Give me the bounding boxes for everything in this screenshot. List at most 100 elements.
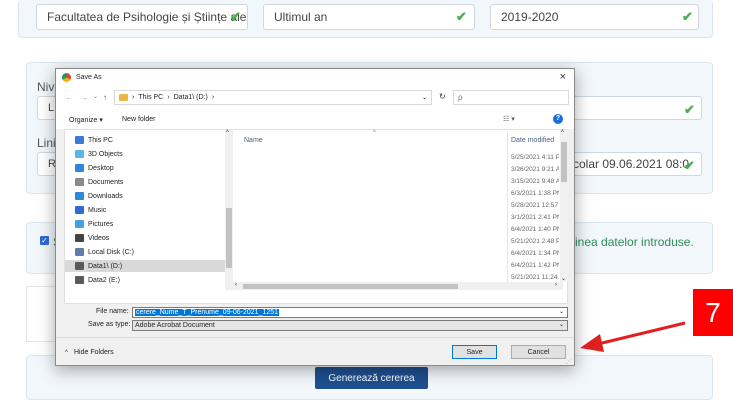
cancel-button[interactable]: Cancel xyxy=(511,345,566,359)
academic-year-field[interactable]: 2019-2020 xyxy=(490,4,699,30)
tree-item[interactable]: 3D Objects xyxy=(75,148,123,160)
view-options-icon[interactable]: ☷ ▾ xyxy=(503,115,515,123)
tree-item-label: This PC xyxy=(88,136,113,144)
files-scroll-thumb[interactable] xyxy=(561,142,567,182)
dialog-bottom: File name: cerere_Nume_T_Prenume_09-06-2… xyxy=(56,307,574,367)
check-icon: ✔ xyxy=(684,102,695,117)
chevron-up-icon[interactable]: ^ xyxy=(65,350,68,356)
hide-folders-button[interactable]: Hide Folders xyxy=(74,349,114,356)
faculty-field[interactable]: Facultatea de Psihologie și Științe ale xyxy=(36,4,248,30)
sort-chevron-icon: ^ xyxy=(373,130,376,136)
date-cell: 3/26/2021 9:21 A xyxy=(511,166,559,173)
year-field[interactable]: Ultimul an xyxy=(263,4,475,30)
tree-item-label: Documents xyxy=(88,178,124,186)
documents-icon xyxy=(75,178,84,186)
disk-icon xyxy=(75,248,84,256)
tree-item[interactable]: Music xyxy=(75,204,106,216)
tree-item[interactable]: Downloads xyxy=(75,190,123,202)
disk-icon xyxy=(75,276,84,284)
help-icon[interactable]: ? xyxy=(553,114,563,124)
new-folder-button[interactable]: New folder xyxy=(122,116,155,123)
tree-item[interactable]: Data2 (E:) xyxy=(75,274,120,286)
close-icon[interactable]: × xyxy=(560,71,566,83)
pictures-icon xyxy=(75,220,84,228)
tree-item[interactable]: Data1\ (D:) xyxy=(65,260,225,272)
tree-item-label: Data2 (E:) xyxy=(88,276,120,284)
confirm-checkbox[interactable]: ✓ xyxy=(40,236,49,245)
organize-menu[interactable]: Organize ▾ xyxy=(69,116,103,124)
breadcrumb-data1[interactable]: Data1\ (D:) xyxy=(174,94,208,101)
step-badge: 7 xyxy=(693,289,733,336)
file-name-dropdown-icon[interactable]: ⌄ xyxy=(559,308,564,315)
tree-item[interactable]: Desktop xyxy=(75,162,114,174)
generate-request-button[interactable]: Generează cererea xyxy=(315,367,428,389)
date-cell: 6/4/2021 1:42 PN xyxy=(511,262,559,269)
address-dropdown-icon[interactable]: ⌄ xyxy=(422,94,427,101)
save-type-dropdown-icon[interactable]: ⌄ xyxy=(559,321,564,328)
date-cell: 3/1/2021 2:41 PN xyxy=(511,214,559,221)
tree-item[interactable]: Pictures xyxy=(75,218,113,230)
file-name-input[interactable]: cerere_Nume_T_Prenume_09-06-2021_1251 ⌄ xyxy=(132,307,568,318)
download-icon xyxy=(75,192,84,200)
save-type-value: Adobe Acrobat Document xyxy=(135,322,215,329)
line-suffix-value: colar 09.06.2021 08:0 xyxy=(573,157,690,171)
dialog-body: This PC 3D Objects Desktop Documents Downloa… xyxy=(64,129,568,304)
academic-year-value: 2019-2020 xyxy=(501,10,559,24)
date-cell: 6/3/2021 1:38 PN xyxy=(511,190,559,197)
forward-arrow-icon[interactable]: → xyxy=(80,93,88,102)
check-icon: ✔ xyxy=(682,9,693,24)
dialog-navbar: ← → ⌄ ↑ › This PC › Data1\ (D:) › ⌄ ↻ ρ xyxy=(56,87,574,109)
tree-item[interactable]: Videos xyxy=(75,232,109,244)
date-cell: 5/28/2021 12:57 I xyxy=(511,202,559,209)
level-field-right[interactable] xyxy=(570,96,702,120)
3d-objects-icon xyxy=(75,150,84,158)
up-arrow-icon[interactable]: ↑ xyxy=(103,93,107,102)
music-icon xyxy=(75,206,84,214)
tree-item-label: Downloads xyxy=(88,192,123,200)
tree-item-label: 3D Objects xyxy=(88,150,123,158)
tree-item-label: Music xyxy=(88,206,107,214)
disk-icon xyxy=(75,262,84,270)
breadcrumb-this-pc[interactable]: This PC xyxy=(138,94,163,101)
resize-grip-icon[interactable]: ⋰ xyxy=(566,358,572,365)
date-cell: 6/4/2021 1:34 PN xyxy=(511,250,559,257)
chevron-down-icon[interactable]: ⌄ xyxy=(93,93,98,100)
confirm-text-end: inea datelor introduse. xyxy=(575,235,694,249)
line-field-right[interactable]: colar 09.06.2021 08:0 xyxy=(570,152,702,176)
save-button[interactable]: Save xyxy=(452,345,497,359)
step-number: 7 xyxy=(705,296,721,328)
tree-scrollbar[interactable]: ^ xyxy=(225,130,233,290)
back-arrow-icon[interactable]: ← xyxy=(65,93,73,102)
dialog-titlebar: Save As × xyxy=(56,69,574,87)
folder-tree: This PC 3D Objects Desktop Documents Downloa… xyxy=(65,130,233,290)
tree-item[interactable]: Documents xyxy=(75,176,123,188)
hscroll-thumb[interactable] xyxy=(243,284,458,289)
tree-item[interactable]: Local Disk (C:) xyxy=(75,246,134,258)
check-icon: ✔ xyxy=(684,158,695,173)
tree-item-label: Videos xyxy=(88,234,110,242)
tree-item-label: Data1\ (D:) xyxy=(88,262,123,270)
videos-icon xyxy=(75,234,84,242)
date-column-header[interactable]: Date modified xyxy=(511,137,554,144)
date-cell: 3/15/2021 9:48 A xyxy=(511,178,559,185)
tree-item[interactable]: This PC xyxy=(75,134,113,146)
file-name-value: cerere_Nume_T_Prenume_09-06-2021_1251 xyxy=(135,309,280,316)
desktop-icon xyxy=(75,164,84,172)
tree-item-label: Desktop xyxy=(88,164,114,172)
search-box[interactable]: ρ xyxy=(453,90,569,105)
save-as-dialog: Save As × ← → ⌄ ↑ › This PC › Data1\ (D:… xyxy=(55,68,575,366)
date-cell: 5/21/2021 2:48 P xyxy=(511,238,559,245)
date-cell: 5/25/2021 4:11 P xyxy=(511,154,559,161)
save-type-label: Save as type: xyxy=(88,321,131,328)
tree-scroll-thumb[interactable] xyxy=(226,208,232,268)
file-name-label: File name: xyxy=(96,308,129,315)
date-list: 5/25/2021 4:11 P 3/26/2021 9:21 A 3/15/202… xyxy=(511,152,559,284)
tree-item-label: Local Disk (C:) xyxy=(88,248,134,256)
annotation-arrow-line xyxy=(597,321,686,346)
name-column-header[interactable]: Name xyxy=(244,137,263,144)
refresh-icon[interactable]: ↻ xyxy=(439,92,446,101)
save-type-select[interactable]: Adobe Acrobat Document ⌄ xyxy=(132,320,568,331)
annotation-arrowhead xyxy=(580,334,604,352)
files-scrollbar[interactable]: ^ ⌄ xyxy=(560,130,568,282)
address-bar[interactable]: › This PC › Data1\ (D:) › ⌄ xyxy=(114,90,432,105)
